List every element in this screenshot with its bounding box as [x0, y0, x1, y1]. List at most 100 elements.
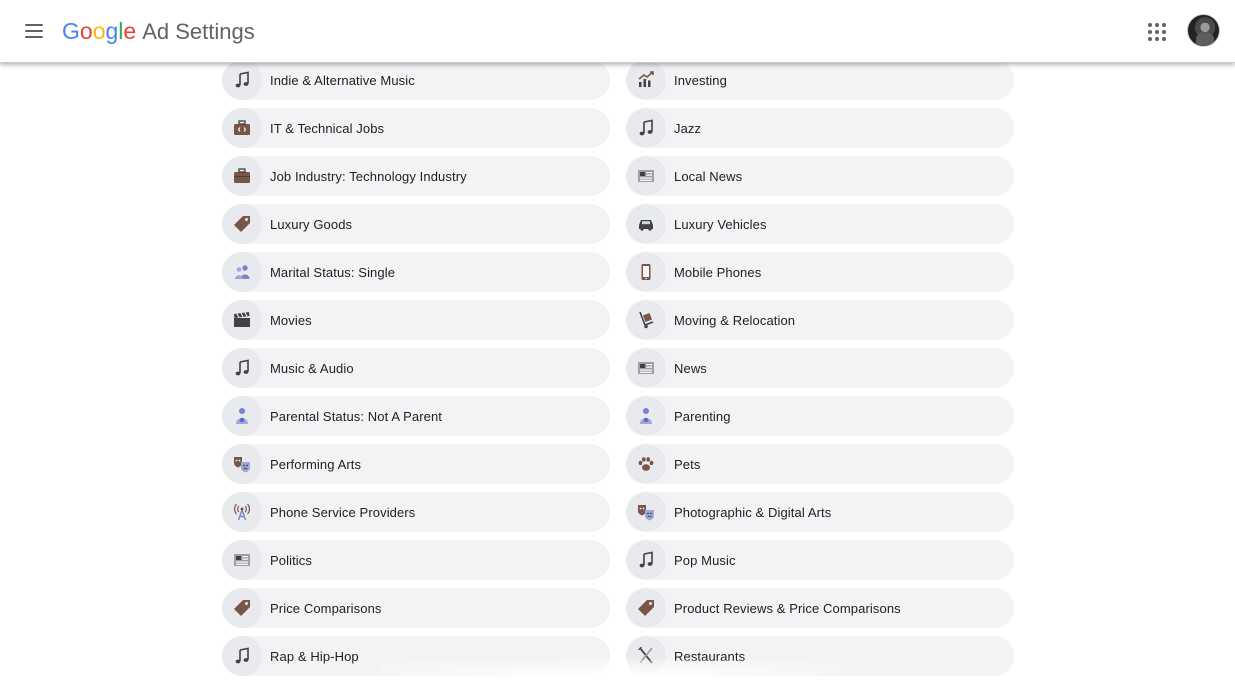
topic-label: Mobile Phones	[674, 264, 762, 280]
topic-chip[interactable]: Performing Arts	[222, 444, 610, 484]
topic-label: Photographic & Digital Arts	[674, 504, 832, 520]
apps-dot	[1155, 30, 1159, 34]
music-note-icon	[626, 108, 666, 148]
music-note-icon	[222, 636, 262, 676]
apps-dot	[1162, 23, 1166, 27]
topic-chip[interactable]: Rap & Hip-Hop	[222, 636, 610, 676]
app-header: Google Ad Settings	[0, 0, 1235, 63]
topic-chip[interactable]: Pop Music	[626, 540, 1014, 580]
topic-label: Luxury Vehicles	[674, 216, 767, 232]
topic-label: News	[674, 360, 707, 376]
topic-chip[interactable]: Luxury Goods	[222, 204, 610, 244]
topic-label: Product Reviews & Price Comparisons	[674, 600, 901, 616]
clapperboard-icon	[222, 300, 262, 340]
topic-label: Marital Status: Single	[270, 264, 396, 280]
briefcase-code-icon	[222, 108, 262, 148]
hand-truck-icon	[626, 300, 666, 340]
logo-letter: G	[62, 18, 80, 44]
topic-chip[interactable]: Marital Status: Single	[222, 252, 610, 292]
topic-label: Parenting	[674, 408, 731, 424]
logo-letter: g	[105, 18, 119, 44]
apps-dot	[1148, 37, 1152, 41]
account-avatar[interactable]	[1187, 14, 1220, 47]
topic-chip[interactable]: News	[626, 348, 1014, 388]
apps-dot	[1155, 37, 1159, 41]
topic-chip[interactable]: Investing	[626, 60, 1014, 100]
chart-up-icon	[626, 60, 666, 100]
car-icon	[626, 204, 666, 244]
topic-label: Pets	[674, 456, 701, 472]
newspaper-icon	[222, 540, 262, 580]
fork-knife-icon	[626, 636, 666, 676]
topic-chip[interactable]: Parenting	[626, 396, 1014, 436]
topic-chip[interactable]: Pets	[626, 444, 1014, 484]
apps-dot	[1148, 23, 1152, 27]
topic-label: Indie & Alternative Music	[270, 72, 415, 88]
topics-grid: Indie & Alternative Music Investing IT & T…	[222, 60, 1014, 676]
price-tag-icon	[222, 588, 262, 628]
google-logo: Google	[62, 16, 136, 47]
topic-label: Movies	[270, 312, 312, 328]
logo-letter: o	[92, 18, 106, 44]
topic-label: Local News	[674, 168, 743, 184]
newspaper-icon	[626, 348, 666, 388]
topic-label: Parental Status: Not A Parent	[270, 408, 443, 424]
newspaper-icon	[626, 156, 666, 196]
topic-chip[interactable]: Mobile Phones	[626, 252, 1014, 292]
topic-label: Price Comparisons	[270, 600, 382, 616]
topic-label: Music & Audio	[270, 360, 354, 376]
topic-label: Rap & Hip-Hop	[270, 648, 359, 664]
topic-chip[interactable]: Restaurants	[626, 636, 1014, 676]
topic-chip[interactable]: Parental Status: Not A Parent	[222, 396, 610, 436]
price-tag-icon	[222, 204, 262, 244]
topic-label: Investing	[674, 72, 727, 88]
person-group-icon	[222, 252, 262, 292]
topic-label: Luxury Goods	[270, 216, 353, 232]
price-tag-icon	[626, 588, 666, 628]
music-note-icon	[626, 540, 666, 580]
topic-chip[interactable]: Music & Audio	[222, 348, 610, 388]
person-baby-icon	[626, 396, 666, 436]
topic-chip[interactable]: Politics	[222, 540, 610, 580]
topic-chip[interactable]: Luxury Vehicles	[626, 204, 1014, 244]
apps-dot	[1162, 37, 1166, 41]
topic-chip[interactable]: Moving & Relocation	[626, 300, 1014, 340]
theater-masks-icon	[222, 444, 262, 484]
topic-chip[interactable]: Photographic & Digital Arts	[626, 492, 1014, 532]
paw-icon	[626, 444, 666, 484]
music-note-icon	[222, 60, 262, 100]
menu-line	[25, 24, 43, 26]
hamburger-menu-icon[interactable]	[20, 19, 48, 43]
topic-label: Restaurants	[674, 648, 746, 664]
topic-label: Job Industry: Technology Industry	[270, 168, 467, 184]
apps-dot	[1148, 30, 1152, 34]
topic-label: Pop Music	[674, 552, 736, 568]
topic-chip[interactable]: Local News	[626, 156, 1014, 196]
logo-letter: e	[123, 18, 137, 44]
menu-line	[25, 36, 43, 38]
person-baby-icon	[222, 396, 262, 436]
topic-chip[interactable]: Price Comparisons	[222, 588, 610, 628]
topic-chip[interactable]: Phone Service Providers	[222, 492, 610, 532]
topic-chip[interactable]: Indie & Alternative Music	[222, 60, 610, 100]
topic-label: Performing Arts	[270, 456, 362, 472]
apps-grid-icon[interactable]	[1142, 17, 1170, 45]
apps-dot	[1155, 23, 1159, 27]
topic-chip[interactable]: Job Industry: Technology Industry	[222, 156, 610, 196]
topic-label: Jazz	[674, 120, 702, 136]
brand-title[interactable]: Google Ad Settings	[62, 16, 255, 46]
logo-letter: o	[79, 18, 93, 44]
topic-label: IT & Technical Jobs	[270, 120, 385, 136]
topic-label: Phone Service Providers	[270, 504, 416, 520]
topic-label: Moving & Relocation	[674, 312, 796, 328]
antenna-tower-icon	[222, 492, 262, 532]
apps-dot	[1162, 30, 1166, 34]
topic-chip[interactable]: Movies	[222, 300, 610, 340]
theater-masks-icon	[626, 492, 666, 532]
briefcase-icon	[222, 156, 262, 196]
topic-chip[interactable]: Jazz	[626, 108, 1014, 148]
menu-line	[25, 30, 43, 32]
topic-chip[interactable]: Product Reviews & Price Comparisons	[626, 588, 1014, 628]
topic-chip[interactable]: IT & Technical Jobs	[222, 108, 610, 148]
topic-label: Politics	[270, 552, 312, 568]
